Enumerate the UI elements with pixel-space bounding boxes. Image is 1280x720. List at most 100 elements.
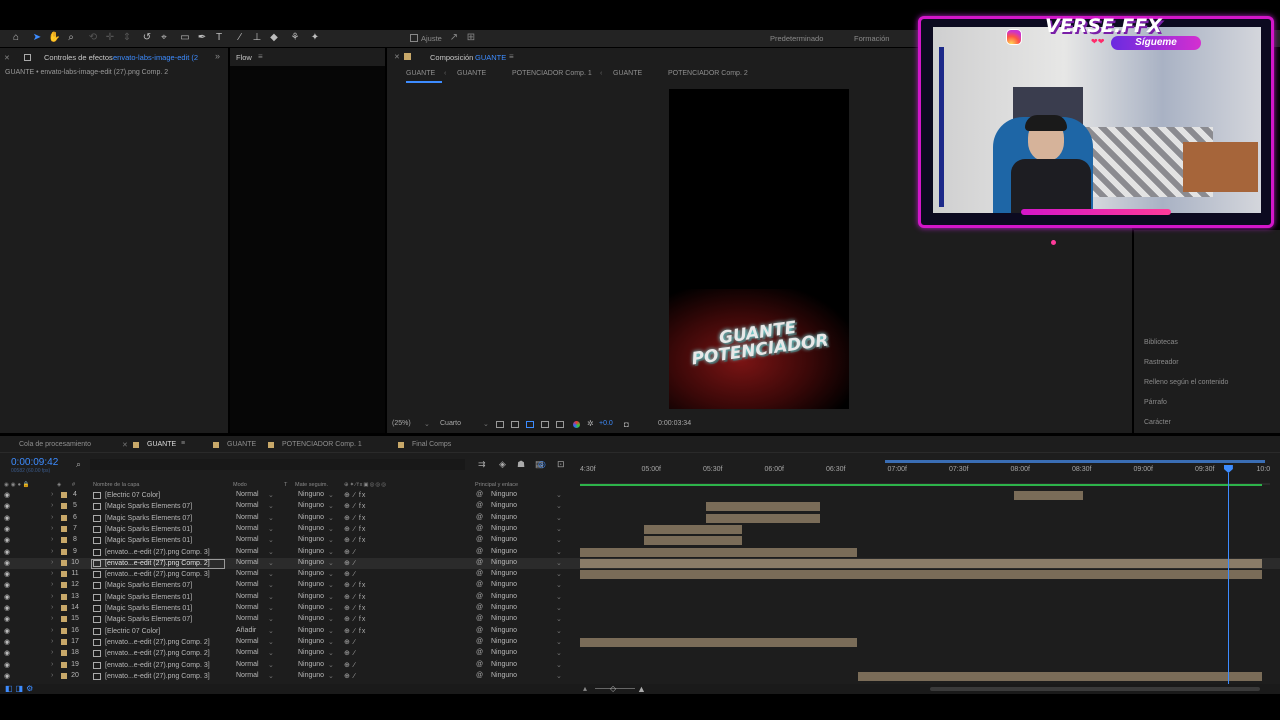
grid-icon[interactable]: ⊞ xyxy=(465,32,477,44)
track-matte-dropdown[interactable]: Ninguno xyxy=(298,559,324,566)
layer-row[interactable]: ◉ › 8 [Magic Sparks Elements 01] Normal ⌄ Ning… xyxy=(0,535,1280,546)
chevron-down-icon[interactable]: ⌄ xyxy=(268,536,274,544)
layer-name[interactable]: [Magic Sparks Elements 01] xyxy=(91,604,225,614)
twirl-icon[interactable]: › xyxy=(51,627,53,634)
layer-row[interactable]: ◉ › 12 [Magic Sparks Elements 07] Normal ⌄ Nin… xyxy=(0,580,1280,591)
snap-icon[interactable]: ↗ xyxy=(448,32,460,44)
chevron-down-icon[interactable]: ⌄ xyxy=(268,570,274,578)
eye-icon[interactable]: ◉ xyxy=(4,604,10,612)
anchor-tool-icon[interactable]: ⌖ xyxy=(158,32,170,44)
pickwhip-icon[interactable]: @ xyxy=(476,491,483,498)
twirl-icon[interactable]: › xyxy=(51,514,53,521)
exposure-icon[interactable]: ✲ xyxy=(587,419,594,428)
time-ruler[interactable] xyxy=(580,460,1270,480)
layer-row[interactable]: ◉ › 15 [Magic Sparks Elements 07] Normal ⌄ Nin… xyxy=(0,614,1280,625)
track-matte-dropdown[interactable]: Ninguno xyxy=(298,661,324,668)
eraser-tool-icon[interactable]: ◆ xyxy=(268,32,280,44)
twirl-icon[interactable]: › xyxy=(51,559,53,566)
tab-final-comps[interactable]: Final Comps xyxy=(412,441,451,448)
label-color-icon[interactable] xyxy=(61,537,67,544)
orbit-tool-icon[interactable]: ⟲ xyxy=(87,32,99,44)
blend-mode-dropdown[interactable]: Añadir xyxy=(236,627,256,634)
layer-name[interactable]: [Magic Sparks Elements 01] xyxy=(91,536,225,546)
track-matte-dropdown[interactable]: Ninguno xyxy=(298,548,324,555)
eye-icon[interactable]: ◉ xyxy=(4,525,10,533)
twirl-icon[interactable]: › xyxy=(51,615,53,622)
panel-menu-icon[interactable]: ≡ xyxy=(181,440,185,447)
chevron-down-icon[interactable]: ⌄ xyxy=(268,661,274,669)
pickwhip-icon[interactable]: @ xyxy=(476,615,483,622)
chevron-down-icon[interactable]: ⌄ xyxy=(556,514,562,522)
panel-menu-icon[interactable]: ≡ xyxy=(509,52,514,61)
layer-name[interactable]: [Magic Sparks Elements 07] xyxy=(91,502,225,512)
layer-row[interactable]: ◉ › 16 [Electric 07 Color] Añadir ⌄ Ninguno ⌄ ⊕ … xyxy=(0,626,1280,637)
label-color-icon[interactable] xyxy=(61,593,67,600)
close-icon[interactable]: ✕ xyxy=(394,53,400,61)
blend-mode-dropdown[interactable]: Normal xyxy=(236,536,259,543)
pickwhip-icon[interactable]: @ xyxy=(476,661,483,668)
layer-switches-icons[interactable]: ⊕ ∕ xyxy=(344,638,356,646)
chevron-down-icon[interactable]: ⌄ xyxy=(328,525,334,533)
twirl-icon[interactable]: › xyxy=(51,548,53,555)
comp-panel-title[interactable]: Composición xyxy=(430,53,473,62)
layer-search-input[interactable] xyxy=(90,459,465,470)
layer-switches-icons[interactable]: ⊕ ∕ fx xyxy=(344,615,366,623)
selection-tool-icon[interactable]: ➤ xyxy=(31,32,43,44)
chevron-down-icon[interactable]: ⌄ xyxy=(556,548,562,556)
layer-duration-bar[interactable] xyxy=(580,547,857,557)
layer-name[interactable]: [Magic Sparks Elements 07] xyxy=(91,514,225,524)
layer-switches-icons[interactable]: ⊕ ∕ fx xyxy=(344,514,366,522)
layer-switches-icons[interactable]: ⊕ ∕ fx xyxy=(344,525,366,533)
track-matte-dropdown[interactable]: Ninguno xyxy=(298,491,324,498)
layer-name[interactable]: [Magic Sparks Elements 07] xyxy=(91,581,225,591)
panel-caracter[interactable]: Carácter xyxy=(1144,419,1171,426)
track-matte-dropdown[interactable]: Ninguno xyxy=(298,627,324,634)
mask-visibility-icon[interactable] xyxy=(541,421,549,428)
label-color-icon[interactable] xyxy=(61,492,67,498)
track-matte-dropdown[interactable]: Ninguno xyxy=(298,514,324,521)
tab-potenciador-comp1[interactable]: POTENCIADOR Comp. 1 xyxy=(282,441,362,448)
chevron-down-icon[interactable]: ⌄ xyxy=(556,593,562,601)
track-matte-dropdown[interactable]: Ninguno xyxy=(298,672,324,679)
chevron-down-icon[interactable]: ⌄ xyxy=(556,672,562,680)
ajuste-checkbox[interactable] xyxy=(410,34,418,42)
parent-dropdown[interactable]: Ninguno xyxy=(491,627,517,634)
chevron-down-icon[interactable]: ⌄ xyxy=(556,491,562,499)
layer-switches-icons[interactable]: ⊕ ∕ xyxy=(344,649,356,657)
eye-icon[interactable]: ◉ xyxy=(4,593,10,601)
twirl-icon[interactable]: › xyxy=(51,570,53,577)
label-color-icon[interactable] xyxy=(61,571,67,578)
effects-panel-target[interactable]: envato-labs-image-edit (2 xyxy=(113,53,198,62)
puppet-tool-icon[interactable]: ✦ xyxy=(309,32,321,44)
layer-switches-icons[interactable]: ⊕ ∕ fx xyxy=(344,604,366,612)
parent-dropdown[interactable]: Ninguno xyxy=(491,559,517,566)
rectangle-tool-icon[interactable]: ▭ xyxy=(179,32,191,44)
eye-icon[interactable]: ◉ xyxy=(4,638,10,646)
layer-name[interactable]: [envato...e-edit (27).png Comp. 2] xyxy=(91,638,225,648)
layer-duration-bar[interactable] xyxy=(644,536,742,546)
layer-row[interactable]: ◉ › 6 [Magic Sparks Elements 07] Normal ⌄ Ning… xyxy=(0,513,1280,524)
chevron-down-icon[interactable]: ⌄ xyxy=(556,627,562,635)
track-matte-dropdown[interactable]: Ninguno xyxy=(298,502,324,509)
twirl-icon[interactable]: › xyxy=(51,638,53,645)
label-color-icon[interactable] xyxy=(61,582,67,589)
eye-icon[interactable]: ◉ xyxy=(4,491,10,499)
twirl-icon[interactable]: › xyxy=(51,649,53,656)
eye-icon[interactable]: ◉ xyxy=(4,615,10,623)
parent-dropdown[interactable]: Ninguno xyxy=(491,514,517,521)
chevron-down-icon[interactable]: ⌄ xyxy=(268,638,274,646)
t-header[interactable]: T xyxy=(284,482,287,488)
eye-icon[interactable]: ◉ xyxy=(4,502,10,510)
pickwhip-icon[interactable]: @ xyxy=(476,581,483,588)
text-tool-icon[interactable]: T xyxy=(213,32,225,44)
graph-editor-icon[interactable]: ⊡ xyxy=(557,459,565,470)
eye-icon[interactable]: ◉ xyxy=(4,672,10,680)
layer-name[interactable]: [envato...e-edit (27).png Comp. 2] xyxy=(91,649,225,659)
chevron-down-icon[interactable]: ⌄ xyxy=(328,491,334,499)
clone-tool-icon[interactable]: ⊥ xyxy=(251,32,263,44)
layer-switches-icons[interactable]: ⊕ ∕ fx xyxy=(344,627,366,635)
shy-layers-icon[interactable]: ☗ xyxy=(517,459,525,470)
chevron-down-icon[interactable]: ⌄ xyxy=(268,615,274,623)
chevron-down-icon[interactable]: ⌄ xyxy=(268,593,274,601)
pan-tool-icon[interactable]: ✛ xyxy=(104,32,116,44)
